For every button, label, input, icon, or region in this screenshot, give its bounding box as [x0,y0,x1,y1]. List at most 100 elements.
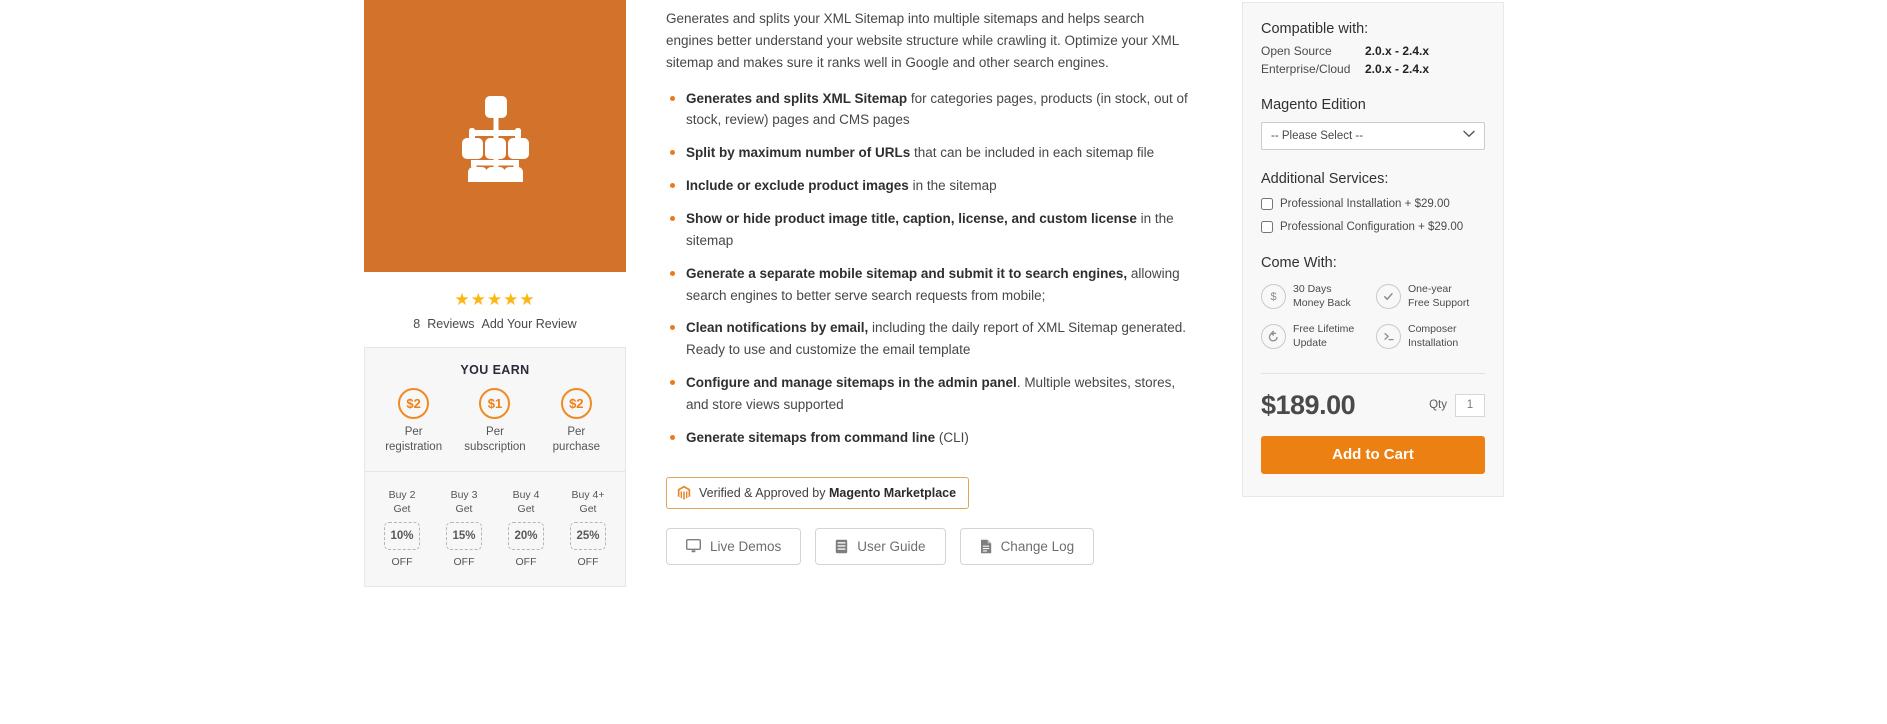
add-your-review-link[interactable]: Add Your Review [482,317,577,331]
service-option-installation[interactable]: Professional Installation + $29.00 [1261,198,1485,210]
magento-logo-icon [677,485,691,500]
come-with-item: $ 30 Days Money Back [1261,282,1370,311]
come-line1: Free Lifetime [1293,322,1355,335]
feature-bold: Split by maximum number of URLs [686,145,911,161]
earn-item: $2 Per registration [375,388,453,453]
change-log-button[interactable]: Change Log [959,527,1095,565]
verified-text: Verified & Approved by Magento Marketpla… [699,486,956,500]
compat-label: Enterprise/Cloud [1261,62,1351,76]
earn-line1: Per [486,426,504,438]
earn-amount-badge: $2 [560,388,592,419]
feature-bold: Generate a separate mobile sitemap and s… [686,265,1128,281]
feature-item: Generate sitemaps from command line (CLI… [666,427,1191,449]
come-line1: One-year [1408,283,1452,295]
feature-bold: Generate sitemaps from command line [686,429,936,445]
earn-item: $1 Per subscription [456,388,534,453]
feature-item: Show or hide product image title, captio… [666,208,1191,252]
installation-checkbox[interactable] [1261,198,1273,210]
come-with-title: Come With: [1261,255,1337,271]
tier-buy-label: Buy 3 [450,489,478,501]
monitor-icon [686,539,701,553]
product-description-column: Generates and splits your XML Sitemap in… [666,8,1191,565]
review-links: 8 Reviews Add Your Review [364,317,626,331]
earn-line1: Per [567,426,586,438]
feature-bold: Configure and manage sitemaps in the adm… [686,375,1017,391]
compatibility-row: Open Source 2.0.x - 2.4.x [1261,44,1485,58]
check-icon [1376,283,1401,309]
volume-discount-tiers: Buy 2 Get 10% OFF Buy 3 Get 15% OFF Buy 4 G… [365,472,625,586]
earn-line2: subscription [464,441,526,453]
verified-marketplace-badge[interactable]: Verified & Approved by Magento Marketpla… [666,476,970,509]
qty-label: Qty [1429,399,1447,412]
reviews-link[interactable]: Reviews [427,317,474,331]
come-line1: 30 Days [1293,283,1332,295]
tier-get-label: Get [393,503,411,516]
earn-line2: purchase [552,441,600,453]
come-line2: Update [1293,337,1327,350]
rating-block: ★★★★★ 8 Reviews Add Your Review [364,291,626,331]
come-with-item: One-year Free Support [1376,282,1485,311]
earn-item: $2 Per purchase [537,388,615,453]
feature-bold: Show or hide product image title, captio… [686,211,1137,227]
product-price: $189.00 [1261,389,1356,420]
tier-off-label: OFF [515,556,537,569]
feature-item: Clean notifications by email, including … [666,317,1191,361]
configuration-checkbox[interactable] [1261,221,1273,233]
tier-get-label: Get [579,503,597,516]
tier-item: Buy 2 Get 10% OFF [374,488,430,568]
star-icon: ★ [503,290,520,309]
feature-item: Split by maximum number of URLs that can… [666,142,1191,164]
feature-bold: Generates and splits XML Sitemap [686,90,908,106]
tier-get-label: Get [455,503,473,516]
documentation-buttons: Live Demos User Guide Change Log [666,527,1191,565]
star-icon: ★ [470,290,487,309]
feature-item: Generates and splits XML Sitemap for cat… [666,88,1191,132]
configuration-label: Professional Configuration + $29.00 [1280,221,1464,233]
add-to-cart-button[interactable]: Add to Cart [1261,435,1485,474]
tier-buy-label: Buy 4+ [571,489,605,501]
verified-prefix: Verified & Approved by [699,485,829,500]
star-icon: ★ [454,290,471,309]
tier-percent-box: 15% [446,522,482,551]
product-image[interactable] [364,0,626,272]
compatible-with-title: Compatible with: [1261,21,1369,37]
document-icon [980,539,991,553]
come-line1: Composer [1408,322,1457,335]
come-with-item: Composer Installation [1376,322,1485,351]
qty-input[interactable] [1455,393,1485,417]
sidebar-divider [1261,372,1485,374]
earn-amount-badge: $2 [398,388,430,419]
live-demos-button[interactable]: Live Demos [666,527,802,565]
magento-edition-select[interactable]: -- Please Select -- [1261,122,1485,150]
tier-get-label: Get [517,503,535,516]
you-earn-items: $2 Per registration $1 Per subscription … [365,377,625,471]
tier-buy-label: Buy 4 [512,489,540,501]
tier-item: Buy 4+ Get 25% OFF [560,488,616,568]
come-line2: Money Back [1293,297,1351,310]
compat-value: 2.0.x - 2.4.x [1365,44,1430,58]
feature-rest: (CLI) [935,429,969,445]
review-count: 8 [413,317,421,331]
price-row: $189.00 Qty [1261,390,1485,421]
you-earn-panel: YOU EARN $2 Per registration $1 Per subs… [364,347,626,588]
tier-buy-label: Buy 2 [388,489,416,501]
feature-rest: in the sitemap [908,178,997,194]
undo-icon [1261,323,1286,349]
tier-item: Buy 3 Get 15% OFF [436,488,492,568]
earn-line1: Per [404,426,423,438]
feature-list: Generates and splits XML Sitemap for cat… [666,88,1191,449]
feature-bold: Clean notifications by email, [686,320,869,336]
svg-text:$: $ [1270,291,1276,303]
terminal-icon [1376,323,1401,349]
you-earn-title: YOU EARN [460,363,530,377]
star-icon: ★ [486,290,504,309]
magento-edition-title: Magento Edition [1261,97,1366,113]
star-icon: ★ [519,290,536,309]
feature-item: Include or exclude product images in the… [666,175,1191,197]
user-guide-button[interactable]: User Guide [815,527,946,565]
star-rating[interactable]: ★★★★★ [364,291,626,308]
purchase-sidebar: Compatible with: Open Source 2.0.x - 2.4… [1242,2,1504,497]
service-option-configuration[interactable]: Professional Configuration + $29.00 [1261,221,1485,233]
change-log-label: Change Log [1000,538,1075,554]
feature-item: Generate a separate mobile sitemap and s… [666,263,1191,307]
